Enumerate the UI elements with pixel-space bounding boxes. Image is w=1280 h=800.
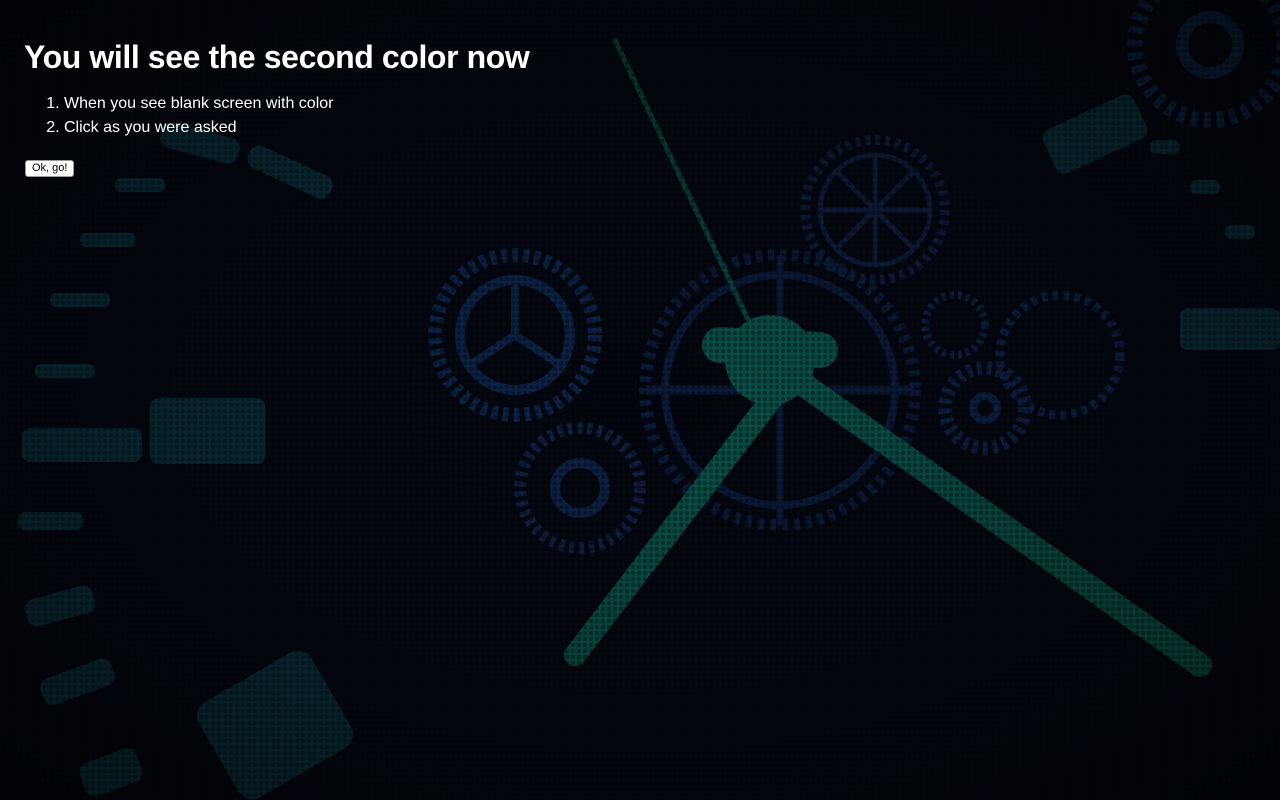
instruction-item: When you see blank screen with color — [64, 92, 529, 116]
instruction-list: When you see blank screen with color Cli… — [24, 92, 529, 140]
instruction-item: Click as you were asked — [64, 116, 529, 140]
page: You will see the second color now When y… — [0, 0, 1280, 800]
ok-go-button[interactable]: Ok, go! — [25, 160, 75, 177]
instruction-panel: You will see the second color now When y… — [24, 38, 530, 177]
page-title: You will see the second color now — [24, 39, 530, 75]
